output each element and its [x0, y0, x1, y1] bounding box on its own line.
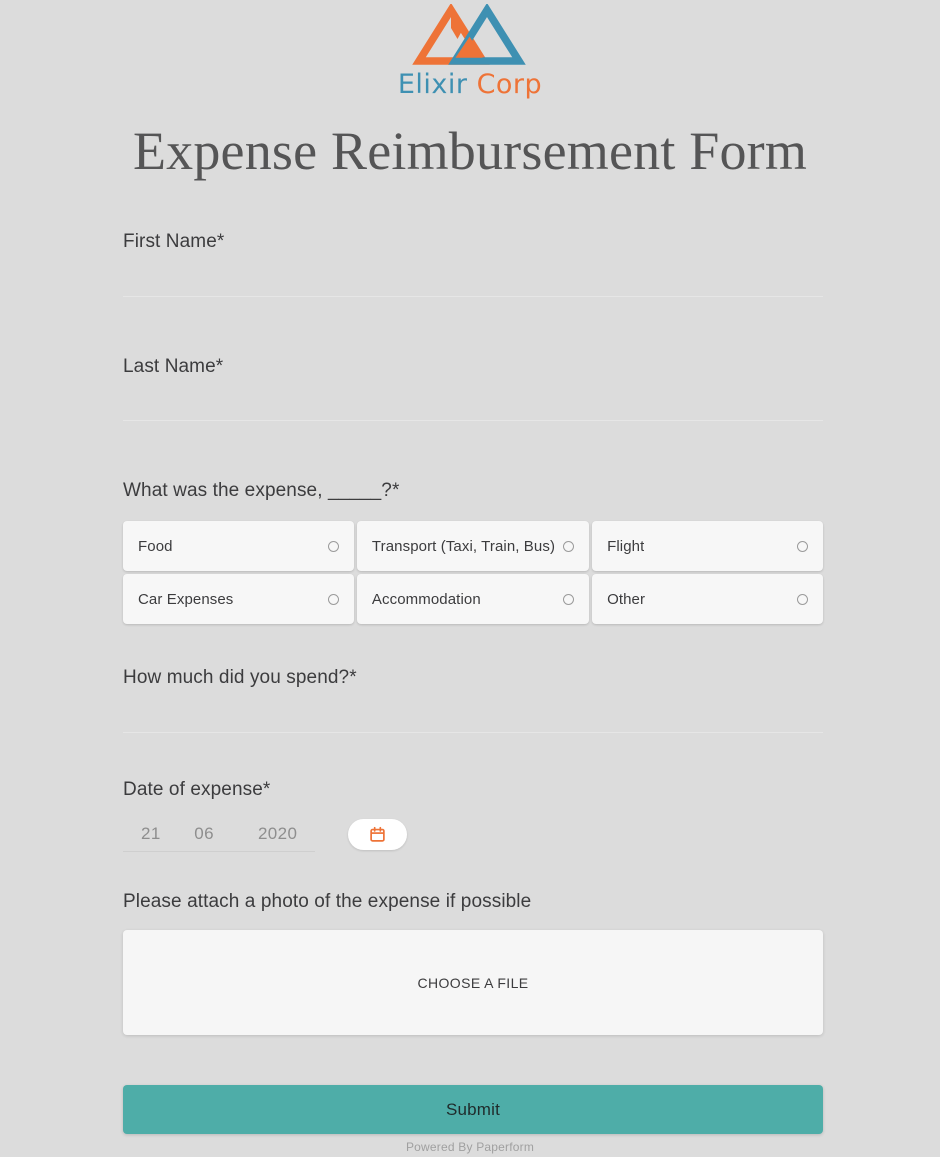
- option-accommodation[interactable]: Accommodation: [356, 574, 590, 625]
- date-input[interactable]: 21 06 2020: [123, 816, 315, 853]
- date-label: Date of expense*: [123, 778, 271, 800]
- footer-powered-by: Powered By Paperform: [405, 1140, 535, 1154]
- calendar-picker-button[interactable]: [348, 818, 407, 850]
- interlocking-triangles-logo-icon: [412, 4, 526, 65]
- form-fields-container: First Name* Last Name* What was the expe…: [123, 230, 823, 1135]
- radio-icon[interactable]: [327, 540, 339, 552]
- first-name-input[interactable]: [123, 254, 823, 297]
- option-transport[interactable]: Transport (Taxi, Train, Bus): [356, 521, 590, 572]
- amount-label: How much did you spend?*: [123, 667, 357, 689]
- option-label: Other: [607, 590, 646, 608]
- brand-logo: Elixir Corp: [0, 0, 940, 98]
- radio-icon[interactable]: [797, 540, 808, 552]
- calendar-icon: [370, 826, 385, 842]
- last-name-input[interactable]: [123, 379, 823, 422]
- option-label: Transport (Taxi, Train, Bus): [371, 537, 556, 555]
- brand-name: Elixir Corp: [398, 71, 542, 98]
- option-car-expenses[interactable]: Car Expenses: [123, 574, 354, 625]
- option-label: Food: [138, 537, 173, 555]
- option-flight[interactable]: Flight: [592, 521, 823, 572]
- field-first-name: First Name*: [123, 230, 823, 297]
- field-last-name: Last Name*: [123, 355, 823, 422]
- amount-input[interactable]: [123, 690, 823, 733]
- option-label: Car Expenses: [138, 590, 234, 608]
- brand-name-part2: Corp: [476, 69, 543, 100]
- attachment-label: Please attach a photo of the expense if …: [123, 891, 532, 913]
- choose-file-button[interactable]: CHOOSE A FILE: [417, 975, 528, 991]
- date-input-row: 21 06 2020: [123, 816, 823, 853]
- option-label: Accommodation: [371, 590, 481, 608]
- submit-button[interactable]: Submit: [123, 1085, 823, 1135]
- field-amount: How much did you spend?*: [123, 666, 823, 733]
- date-month[interactable]: 06: [194, 824, 258, 844]
- last-name-label: Last Name*: [123, 355, 224, 377]
- option-other[interactable]: Other: [592, 574, 823, 625]
- option-label: Flight: [607, 537, 645, 555]
- radio-icon[interactable]: [563, 593, 575, 605]
- brand-name-part1: Elixir: [397, 69, 468, 100]
- field-attachment: Please attach a photo of the expense if …: [123, 890, 823, 1036]
- radio-icon[interactable]: [327, 593, 339, 605]
- file-upload-dropzone[interactable]: CHOOSE A FILE: [123, 930, 823, 1036]
- expense-type-label: What was the expense, _____?*: [123, 480, 400, 502]
- field-date-of-expense: Date of expense* 21 06 2020: [123, 778, 823, 853]
- radio-icon[interactable]: [797, 593, 808, 605]
- expense-type-options: Food Transport (Taxi, Train, Bus) Flight…: [123, 521, 823, 625]
- first-name-label: First Name*: [123, 231, 225, 252]
- option-food[interactable]: Food: [123, 521, 354, 572]
- form-page: Elixir Corp Expense Reimbursement Form F…: [0, 0, 940, 1157]
- date-day[interactable]: 21: [141, 824, 194, 844]
- field-expense-type: What was the expense, _____?* Food Trans…: [123, 479, 823, 625]
- page-title: Expense Reimbursement Form: [132, 121, 808, 181]
- date-year[interactable]: 2020: [258, 824, 315, 844]
- radio-icon[interactable]: [563, 540, 575, 552]
